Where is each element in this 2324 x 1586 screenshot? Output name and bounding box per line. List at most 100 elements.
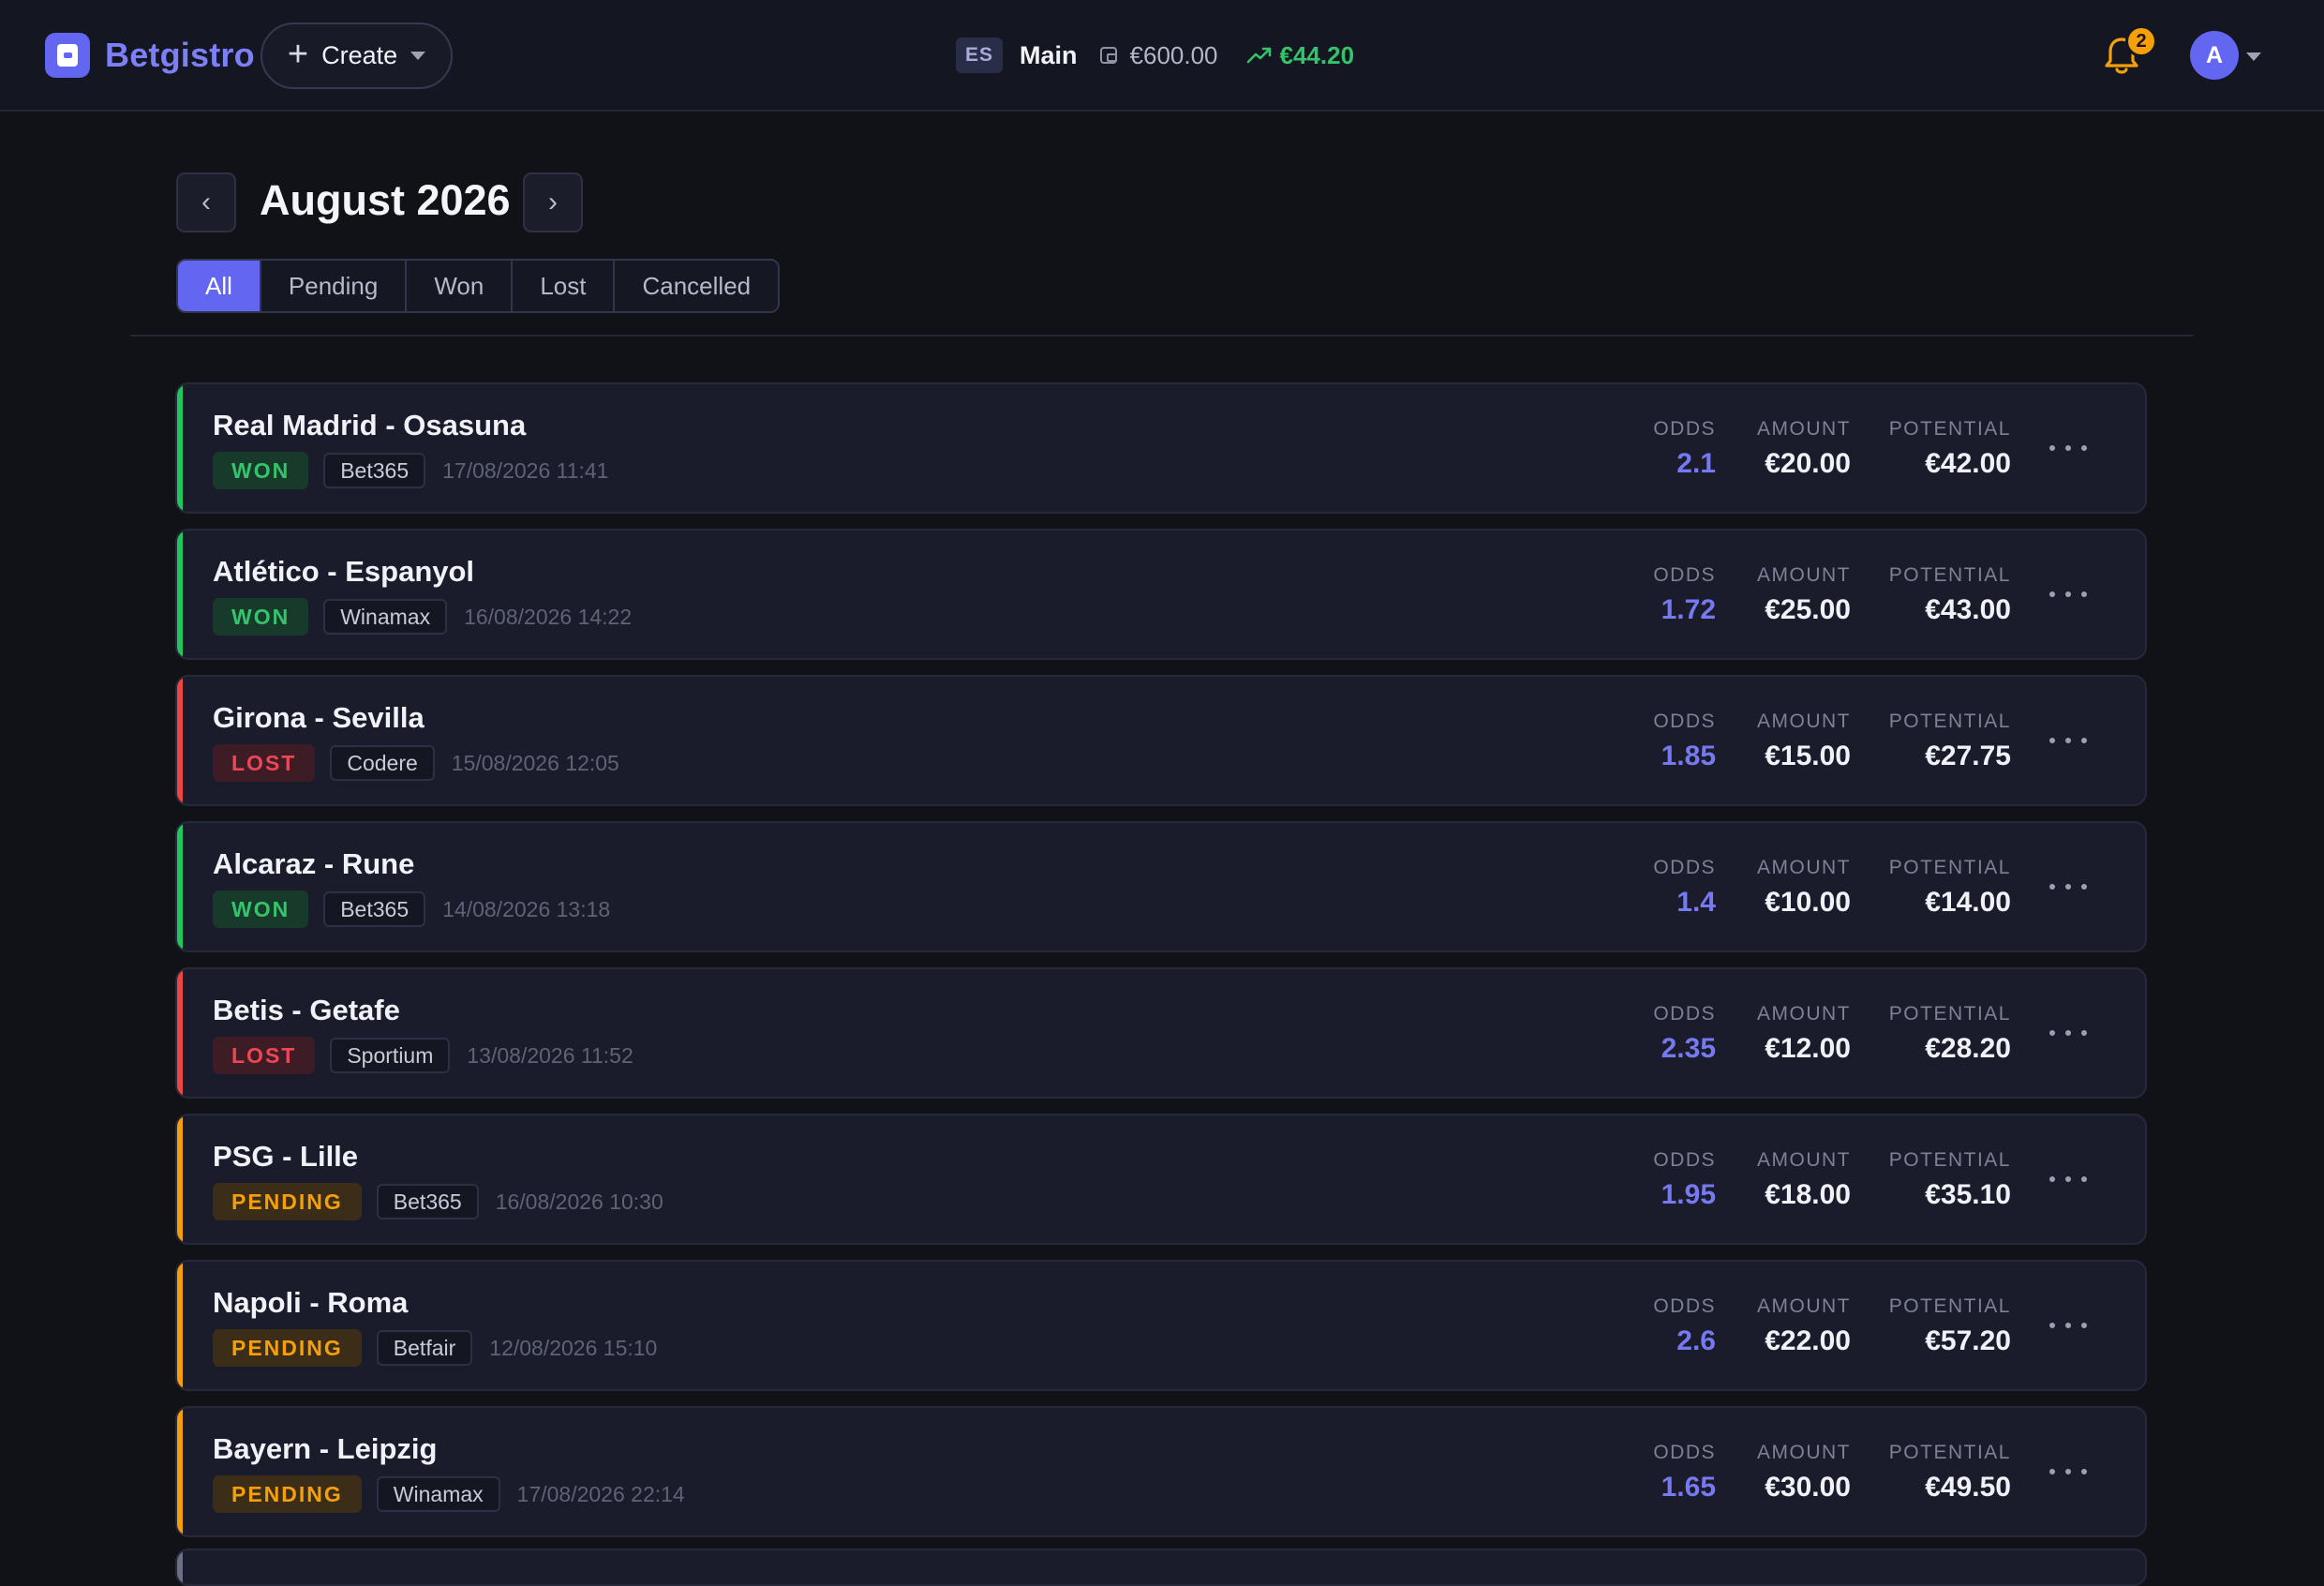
potential-value: €43.00 [1925,594,2011,625]
notification-count-badge: 2 [2125,25,2157,57]
more-options-icon[interactable] [2049,875,2087,898]
bet-row[interactable]: Alcaraz - Rune WON Bet365 14/08/2026 13:… [175,821,2147,952]
odds-value: 1.72 [1661,594,1716,625]
odds-label: ODDS [1653,418,1716,440]
amount-label: AMOUNT [1757,1003,1851,1025]
filter-pending[interactable]: Pending [259,261,406,311]
odds-value: 2.6 [1676,1325,1716,1356]
more-options-icon[interactable] [2049,1168,2087,1190]
status-badge: WON [213,452,309,489]
bookmaker-badge: Winamax [323,599,448,635]
bookmaker-badge: Betfair [376,1330,473,1366]
odds-column: ODDS 2.6 [1653,1295,1716,1357]
filter-won[interactable]: Won [405,261,512,311]
bookmaker-badge: Winamax [376,1476,500,1512]
bet-event: Napoli - Roma [213,1286,409,1319]
profit-value: €44.20 [1279,40,1355,69]
bet-row[interactable]: Bayern - Leipzig PENDING Winamax 17/08/2… [175,1406,2147,1537]
odds-column: ODDS 2.35 [1653,1003,1716,1065]
status-badge: PENDING [213,1475,362,1513]
chevron-down-icon[interactable] [2246,52,2261,61]
amount-column: AMOUNT €18.00 [1757,1149,1851,1211]
potential-label: POTENTIAL [1888,1295,2011,1317]
bet-row[interactable]: PSG - Lille PENDING Bet365 16/08/2026 10… [175,1114,2147,1245]
filter-lost[interactable]: Lost [511,261,614,311]
status-badge: PENDING [213,1183,362,1220]
account-selector[interactable]: ES Main €600.00 €44.20 [956,36,1354,75]
more-options-icon[interactable] [2049,1460,2087,1483]
status-indicator-bar [177,1115,183,1243]
more-options-icon[interactable] [2049,1022,2087,1044]
amount-value: €20.00 [1765,448,1851,479]
odds-label: ODDS [1653,711,1716,732]
more-options-icon[interactable] [2049,583,2087,606]
avatar[interactable]: A [2190,31,2239,80]
amount-column: AMOUNT €22.00 [1757,1295,1851,1357]
bet-row[interactable]: Atlético - Espanyol WON Winamax 16/08/20… [175,529,2147,660]
odds-value: 1.95 [1661,1179,1716,1210]
odds-value: 2.35 [1661,1033,1716,1064]
potential-column: POTENTIAL €14.00 [1889,857,2011,919]
chevron-down-icon [410,52,426,60]
status-indicator-bar [177,531,183,658]
amount-value: €12.00 [1765,1033,1851,1064]
bookmaker-badge: Bet365 [323,891,426,927]
bet-date: 17/08/2026 11:41 [442,457,609,483]
bet-row[interactable]: Napoli - Roma PENDING Betfair 12/08/2026… [175,1260,2147,1391]
status-indicator-bar [177,384,183,512]
next-month-button[interactable]: › [523,172,583,232]
account-name: Main [1020,40,1078,69]
odds-column: ODDS 1.4 [1653,857,1716,919]
create-label: Create [321,41,398,69]
potential-column: POTENTIAL €43.00 [1889,564,2011,626]
brand-name[interactable]: Betgistro [105,36,255,75]
bet-row-partial [175,1549,2147,1586]
filter-cancelled[interactable]: Cancelled [613,261,779,311]
bet-date: 14/08/2026 13:18 [442,896,611,921]
bet-row[interactable]: Real Madrid - Osasuna WON Bet365 17/08/2… [175,382,2147,514]
amount-column: AMOUNT €30.00 [1757,1442,1851,1504]
bet-event: Betis - Getafe [213,994,400,1026]
bet-date: 16/08/2026 14:22 [464,604,633,629]
more-options-icon[interactable] [2049,729,2087,752]
more-options-icon[interactable] [2049,437,2087,459]
potential-value: €27.75 [1925,741,2011,771]
amount-label: AMOUNT [1757,418,1851,440]
potential-column: POTENTIAL €42.00 [1889,418,2011,480]
potential-label: POTENTIAL [1888,711,2011,732]
create-button[interactable]: + Create [261,22,453,89]
account-flag-badge: ES [956,37,1004,73]
bet-date: 12/08/2026 15:10 [489,1335,658,1360]
logo-icon[interactable] [45,33,90,78]
status-badge: WON [213,598,309,636]
amount-label: AMOUNT [1757,1295,1851,1317]
bookmaker-badge: Sportium [330,1038,451,1073]
bookmaker-badge: Bet365 [323,453,426,488]
bet-meta: WON Bet365 17/08/2026 11:41 [213,452,608,489]
odds-label: ODDS [1653,1295,1716,1317]
odds-value: 1.85 [1661,741,1716,771]
prev-month-button[interactable]: ‹ [176,172,236,232]
more-options-icon[interactable] [2049,1314,2087,1337]
potential-label: POTENTIAL [1888,1149,2011,1171]
potential-label: POTENTIAL [1888,857,2011,878]
amount-label: AMOUNT [1757,711,1851,732]
odds-label: ODDS [1653,857,1716,878]
wallet-icon [1099,47,1117,64]
amount-column: AMOUNT €12.00 [1757,1003,1851,1065]
status-badge: LOST [213,1037,316,1074]
amount-column: AMOUNT €25.00 [1757,564,1851,626]
bookmaker-badge: Bet365 [376,1184,479,1219]
potential-value: €35.10 [1925,1179,2011,1210]
bet-row[interactable]: Girona - Sevilla LOST Codere 15/08/2026 … [175,675,2147,806]
bet-event: Alcaraz - Rune [213,847,415,880]
bet-date: 15/08/2026 12:05 [451,750,619,775]
odds-column: ODDS 1.95 [1653,1149,1716,1211]
bet-row[interactable]: Betis - Getafe LOST Sportium 13/08/2026 … [175,967,2147,1099]
status-indicator-bar [177,1408,183,1535]
odds-label: ODDS [1653,1442,1716,1463]
amount-column: AMOUNT €15.00 [1757,711,1851,772]
amount-value: €18.00 [1765,1179,1851,1210]
filter-all[interactable]: All [178,261,260,311]
status-indicator-bar [177,1262,183,1389]
